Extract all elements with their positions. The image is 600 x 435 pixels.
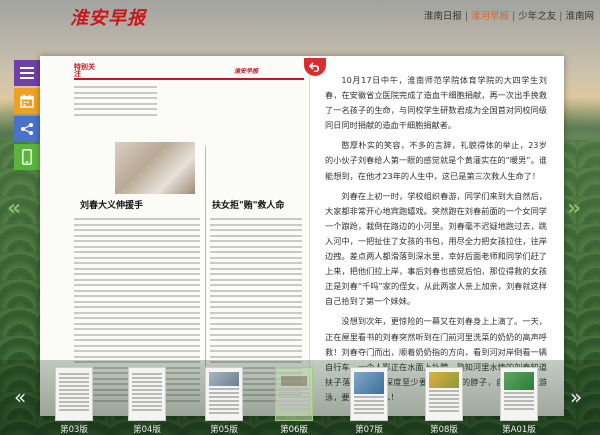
- page-section-label: 特别关注: [74, 63, 95, 78]
- thumbnail-label[interactable]: 第04版: [122, 423, 172, 435]
- article-paragraph: 10月17日中午，淮南师范学院体育学院的大四学生刘春，在安徽省立医院完成了造血干…: [325, 75, 547, 131]
- page-masthead: 特别关注 淮安早报: [74, 64, 304, 78]
- side-toolbar: [14, 60, 40, 172]
- thumbnail-page-03[interactable]: [55, 367, 93, 421]
- thumbnail-label[interactable]: 第05版: [199, 423, 249, 435]
- top-link-huainan-net[interactable]: 淮南网: [565, 11, 594, 22]
- thumbnail-label[interactable]: 第03版: [49, 423, 99, 435]
- thumbs-prev-arrow[interactable]: «: [14, 387, 26, 407]
- page-photo: [115, 142, 195, 194]
- top-link-huainan-daily[interactable]: 淮南日报: [424, 11, 462, 22]
- menu-icon: [20, 67, 34, 79]
- calendar-icon: [20, 94, 34, 108]
- newspaper-logo[interactable]: 淮安早报: [70, 4, 146, 30]
- article-paragraph: 刘春在上初一时，学校组织春游，同学们来到大自然后，大家都非常开心地宾跑嬉戏。突然…: [325, 190, 547, 307]
- share-icon: [21, 123, 33, 135]
- back-button[interactable]: [304, 58, 326, 76]
- article-paragraph: 憨厚朴实的笑容，不多的言辞，礼貌得体的举止，23岁的小伙子刘春给人第一眼的感觉就…: [325, 140, 547, 181]
- undo-arrow-icon: [309, 62, 320, 72]
- page-headline-left: 刘春大义伸援手: [80, 201, 144, 211]
- mobile-button[interactable]: [14, 144, 40, 170]
- share-button[interactable]: [14, 116, 40, 142]
- top-link-huaihe-morning[interactable]: 淮河早报: [471, 11, 509, 22]
- thumbnail-page-08[interactable]: [425, 367, 463, 421]
- thumbnail-label[interactable]: 第06版: [269, 423, 319, 435]
- header: 淮安早报 淮南日报 | 淮河早报 | 少年之友 | 淮南网: [0, 0, 600, 30]
- top-link-youth-friend[interactable]: 少年之友: [518, 11, 556, 22]
- mobile-icon: [22, 149, 32, 165]
- thumbnail-page-04[interactable]: [128, 367, 166, 421]
- thumbnail-label[interactable]: 第08版: [419, 423, 469, 435]
- page-top-text: [74, 86, 304, 119]
- prev-page-arrow[interactable]: «: [7, 198, 21, 220]
- calendar-button[interactable]: [14, 88, 40, 114]
- next-page-arrow[interactable]: »: [567, 198, 581, 220]
- top-links: 淮南日报 | 淮河早报 | 少年之友 | 淮南网: [423, 11, 594, 22]
- thumbnail-label[interactable]: 第A01版: [494, 423, 544, 435]
- thumbnail-label[interactable]: 第07版: [344, 423, 394, 435]
- thumbs-next-arrow[interactable]: »: [570, 387, 582, 407]
- thumbnail-page-a01[interactable]: [500, 367, 538, 421]
- menu-button[interactable]: [14, 60, 40, 86]
- thumbnail-page-05[interactable]: [205, 367, 243, 421]
- page-headline-right: 扶女拒"贿"救人命: [212, 201, 285, 211]
- thumbnail-page-06[interactable]: [275, 367, 313, 421]
- page-masthead-logo: 淮安早报: [234, 68, 259, 75]
- thumbnail-page-07[interactable]: [350, 367, 388, 421]
